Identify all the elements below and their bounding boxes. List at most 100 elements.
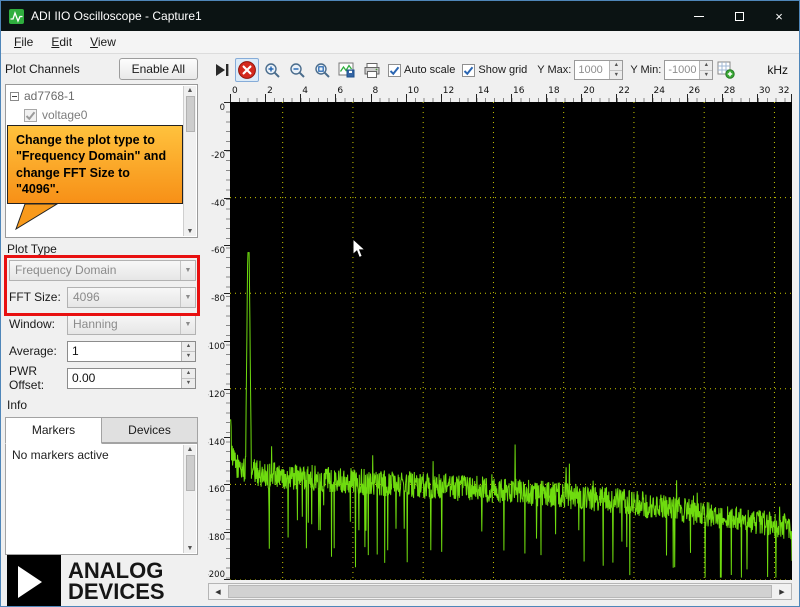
scrollbar-thumb[interactable]	[228, 585, 772, 598]
enable-all-button[interactable]: Enable All	[118, 58, 198, 80]
plot-region: 0 2 4 6 8 10 12 14 16 18 20 22 24 26 28 30 32 0 -20 -40 -60…	[208, 86, 792, 600]
window-dropdown[interactable]: Hanning ▼	[67, 313, 196, 335]
auto-scale-checkbox-row: Auto scale	[388, 63, 455, 77]
device-name: ad7768-1	[24, 89, 75, 103]
zoom-in-icon	[264, 62, 280, 78]
stop-capture-button[interactable]	[235, 58, 259, 82]
x-ruler: 0 2 4 6 8 10 12 14 16 18 20 22 24 26 28 30 32	[230, 86, 792, 102]
x-axis-unit-label: kHz	[767, 63, 788, 77]
channel-row-voltage0: voltage0	[24, 108, 197, 122]
scroll-down-icon[interactable]: ▼	[187, 228, 194, 235]
minimize-button[interactable]	[679, 1, 719, 31]
spin-down-icon[interactable]: ▼	[182, 377, 195, 388]
average-value[interactable]: 1	[68, 342, 181, 361]
y-ruler: 0-20-40-60-80-100-120-140-160-180-200	[208, 102, 230, 580]
pwr-offset-spinbox[interactable]: 0.00 ▲ ▼	[67, 367, 196, 389]
chevron-down-icon[interactable]: ▼	[180, 287, 195, 307]
auto-scale-checkbox[interactable]	[388, 63, 401, 77]
stop-x-icon	[238, 61, 256, 79]
channel-list-scrollbar[interactable]: ▲ ▼	[183, 86, 196, 236]
scroll-down-icon[interactable]: ▼	[187, 545, 194, 552]
titlebar[interactable]: ADI IIO Oscilloscope - Capture1 ×	[1, 1, 799, 31]
spin-down-icon[interactable]: ▼	[700, 69, 713, 79]
printer-icon	[364, 62, 380, 78]
app-icon	[9, 8, 24, 24]
markers-empty-text: No markers active	[12, 448, 109, 462]
menu-edit[interactable]: Edit	[42, 32, 81, 52]
menu-file[interactable]: File	[5, 32, 42, 52]
y-max-value[interactable]: 1000	[575, 61, 609, 79]
zoom-out-button[interactable]	[285, 58, 309, 82]
show-grid-label: Show grid	[478, 64, 528, 76]
print-button[interactable]	[360, 58, 384, 82]
plot-channels-label: Plot Channels	[5, 62, 80, 76]
y-min-value[interactable]: -1000	[665, 61, 699, 79]
zoom-fit-icon	[314, 62, 330, 78]
plot-type-dropdown[interactable]: Frequency Domain ▼	[9, 259, 196, 281]
pwr-offset-value[interactable]: 0.00	[68, 369, 181, 388]
check-icon	[389, 66, 400, 75]
scroll-thumb[interactable]	[185, 96, 195, 132]
fft-size-label: FFT Size:	[9, 290, 61, 304]
y-min-spinbox[interactable]: -1000 ▲ ▼	[664, 60, 714, 80]
chevron-down-icon[interactable]: ▼	[180, 260, 195, 280]
callout-text: Change the plot type to "Frequency Domai…	[7, 125, 183, 204]
logo-line2: DEVICES	[68, 579, 165, 604]
zoom-out-icon	[289, 62, 305, 78]
play-to-end-icon	[216, 64, 229, 76]
voltage0-checkbox[interactable]	[24, 108, 37, 122]
scroll-up-icon[interactable]: ▲	[187, 87, 194, 94]
show-grid-checkbox[interactable]	[462, 63, 476, 77]
sidebar: Plot Channels Enable All ad7768-1 voltag…	[1, 54, 206, 606]
scroll-right-icon[interactable]: ▶	[773, 584, 791, 599]
check-icon	[25, 111, 36, 120]
zoom-in-button[interactable]	[260, 58, 284, 82]
plot-toolbar: Auto scale Show grid Y Max: 1000 ▲ ▼ Y M…	[208, 54, 792, 86]
info-section-label: Info	[7, 398, 28, 412]
scroll-thumb[interactable]	[185, 455, 195, 491]
show-grid-checkbox-row: Show grid	[462, 63, 528, 77]
save-plot-icon	[338, 62, 355, 78]
main-area: Auto scale Show grid Y Max: 1000 ▲ ▼ Y M…	[206, 54, 799, 606]
adi-triangle-icon	[7, 555, 61, 606]
fft-size-dropdown[interactable]: 4096 ▼	[67, 286, 196, 308]
plot-type-section-label: Plot Type	[7, 242, 57, 256]
markers-scrollbar[interactable]: ▲ ▼	[183, 445, 196, 553]
average-spinbox[interactable]: 1 ▲ ▼	[67, 340, 196, 362]
app-window: ADI IIO Oscilloscope - Capture1 × File E…	[0, 0, 800, 607]
close-button[interactable]: ×	[759, 1, 799, 31]
window-label: Window:	[9, 317, 56, 331]
tab-devices[interactable]: Devices	[102, 417, 198, 443]
menu-view[interactable]: View	[81, 32, 125, 52]
scroll-left-icon[interactable]: ◀	[209, 584, 227, 599]
tree-collapse-icon[interactable]	[10, 91, 19, 101]
save-plot-button[interactable]	[335, 58, 359, 82]
average-label: Average:	[9, 344, 57, 358]
zoom-fit-button[interactable]	[310, 58, 334, 82]
channel-label: voltage0	[42, 108, 88, 122]
window-title: ADI IIO Oscilloscope - Capture1	[31, 9, 202, 23]
capture-play-button[interactable]	[210, 58, 234, 82]
plot-horizontal-scrollbar[interactable]: ◀ ▶	[208, 583, 792, 600]
markers-panel: No markers active ▲ ▼	[5, 443, 198, 555]
spin-up-icon[interactable]: ▲	[700, 61, 713, 70]
callout-tail	[15, 203, 59, 230]
spin-down-icon[interactable]: ▼	[610, 69, 623, 79]
check-icon	[464, 66, 474, 75]
pwr-offset-label: PWR Offset:	[9, 364, 45, 392]
chevron-down-icon[interactable]: ▼	[180, 314, 195, 334]
scrollbar-track[interactable]	[227, 584, 773, 599]
y-max-label: Y Max:	[537, 64, 572, 76]
spin-up-icon[interactable]: ▲	[182, 341, 195, 351]
scroll-up-icon[interactable]: ▲	[187, 446, 194, 453]
spin-up-icon[interactable]: ▲	[610, 61, 623, 70]
menubar: File Edit View	[1, 31, 799, 54]
y-max-spinbox[interactable]: 1000 ▲ ▼	[574, 60, 624, 80]
spin-up-icon[interactable]: ▲	[182, 368, 195, 378]
spin-down-icon[interactable]: ▼	[182, 350, 195, 361]
info-tabs: Markers Devices	[5, 417, 198, 444]
fft-plot[interactable]	[230, 102, 792, 580]
maximize-button[interactable]	[719, 1, 759, 31]
new-plot-button[interactable]	[714, 58, 738, 82]
tab-markers[interactable]: Markers	[5, 417, 102, 444]
